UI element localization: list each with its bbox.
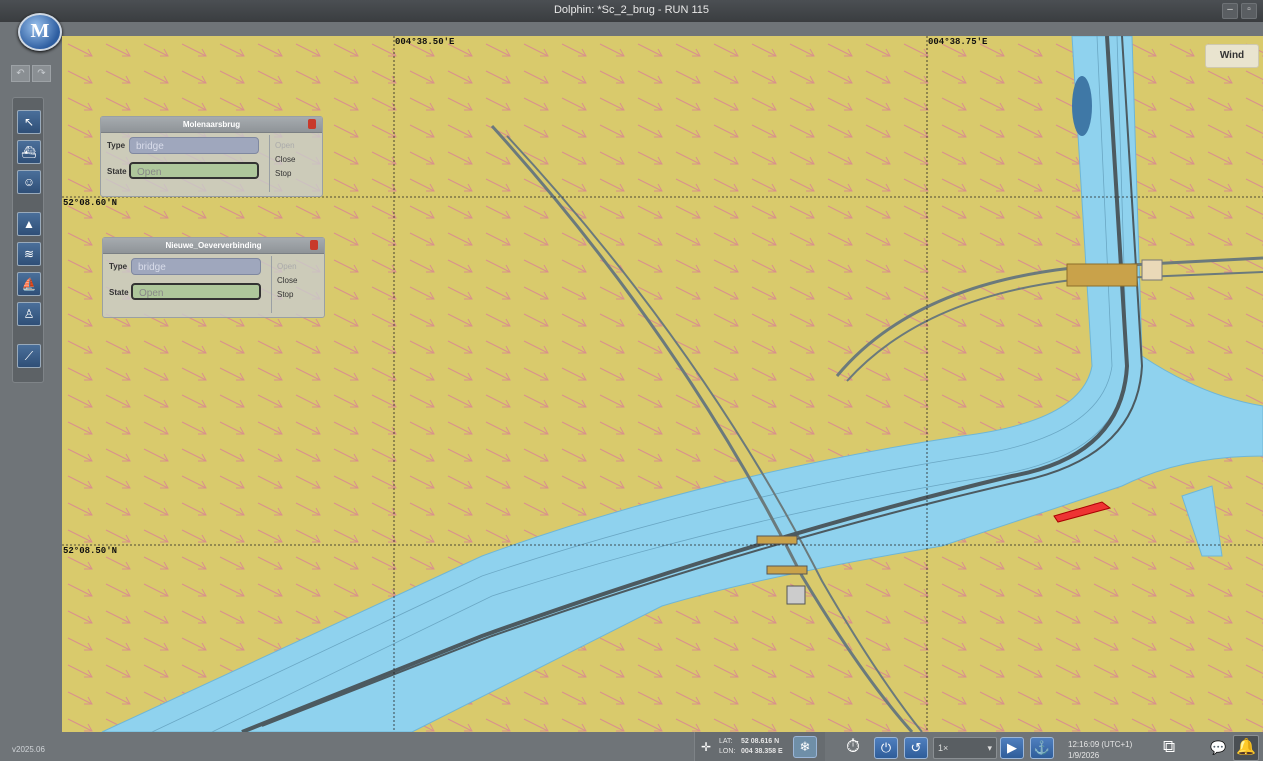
lat-value: 52 08.616 N <box>741 738 780 745</box>
bridge-panel-title[interactable]: Molenaarsbrug <box>101 117 322 133</box>
bridge-molenaarsbrug <box>1066 263 1138 287</box>
lat-label: 52°08.60'N <box>63 198 118 208</box>
window-title: Dolphin: *Sc_2_brug - RUN 115 <box>553 4 710 16</box>
clock-time: 12:16:09 (UTC+1) <box>1068 740 1132 749</box>
operator-tool-icon[interactable]: ☺ <box>17 170 41 194</box>
bridge-panel-title[interactable]: Nieuwe_Oeververbinding <box>103 238 324 254</box>
bridge-nieuwe-oeververbinding <box>766 565 808 575</box>
chat-icon[interactable]: 💬 <box>1210 740 1226 756</box>
lon-label: 004°38.75'E <box>928 37 988 47</box>
speed-value: 1× <box>938 743 949 753</box>
clock-date: 1/9/2026 <box>1068 751 1100 760</box>
tz-value: (UTC+1) <box>1101 740 1133 749</box>
lon-value: 004 38.358 E <box>741 748 783 755</box>
stop-button[interactable]: Stop <box>277 290 293 299</box>
stop-button[interactable]: Stop <box>275 169 291 178</box>
log-timer-icon[interactable]: ⧉ <box>1163 737 1175 757</box>
pin-icon[interactable] <box>310 240 318 250</box>
lat-label: LAT: <box>719 738 733 745</box>
speed-select[interactable]: 1× ▾ <box>933 737 997 759</box>
play-icon[interactable]: ▶ <box>1000 737 1024 759</box>
type-field[interactable]: bridge <box>131 258 261 275</box>
current-tool-icon[interactable]: ≋ <box>17 242 41 266</box>
wind-tab[interactable]: Wind <box>1205 44 1259 68</box>
power-icon[interactable]: ⏻ <box>874 737 898 759</box>
undo-redo-group: ↶ ↷ <box>11 65 51 82</box>
bridge-panel-nieuwe-oeververbinding: Nieuwe_Oeververbinding Type bridge State… <box>102 237 325 318</box>
restore-button[interactable]: ▫ <box>1241 3 1257 19</box>
reset-icon[interactable]: ↺ <box>904 737 928 759</box>
bridge-house <box>786 585 806 605</box>
measure-tool-icon[interactable]: ⟋ <box>17 344 41 368</box>
chevron-down-icon: ▾ <box>987 743 992 753</box>
position-readout: ✛ LAT: 52 08.616 N LON: 004 38.358 E ❄ <box>694 732 825 761</box>
close-button[interactable]: Close <box>275 155 295 164</box>
version-label: v2025.06 <box>12 745 45 754</box>
close-button[interactable]: Close <box>277 276 297 285</box>
redo-icon[interactable]: ↷ <box>32 65 51 82</box>
lon-label: LON: <box>719 748 736 755</box>
minimize-button[interactable]: – <box>1222 3 1238 19</box>
lat-label: 52°08.50'N <box>63 546 118 556</box>
stopwatch-icon[interactable]: ⏱ <box>846 736 860 757</box>
type-label: Type <box>107 141 126 150</box>
app-logo[interactable]: M <box>18 13 62 51</box>
anchor-icon[interactable]: ⚓ <box>1030 737 1054 759</box>
state-label: State <box>107 167 127 176</box>
open-button[interactable]: Open <box>277 262 297 271</box>
ship-tool-icon[interactable]: ⛴ <box>17 140 41 164</box>
bridge-nieuwe-oeververbinding <box>756 535 798 545</box>
tug-tool-icon[interactable]: ⛵ <box>17 272 41 296</box>
buoy-tool-icon[interactable]: ▲ <box>17 212 41 236</box>
chart-map[interactable]: 004°38.50'E 004°38.75'E 52°08.60'N 52°08… <box>62 36 1263 732</box>
pin-icon[interactable] <box>308 119 316 129</box>
title-bar: Dolphin: *Sc_2_brug - RUN 115 – ▫ <box>0 0 1263 22</box>
state-field[interactable]: Open <box>129 162 259 179</box>
open-button[interactable]: Open <box>275 141 295 150</box>
person-tool-icon[interactable]: ♙ <box>17 302 41 326</box>
state-label: State <box>109 288 129 297</box>
bridge-panel-molenaarsbrug: Molenaarsbrug Type bridge State Open Ope… <box>100 116 323 197</box>
bridge-house <box>1141 259 1163 281</box>
lon-label: 004°38.50'E <box>395 37 455 47</box>
tool-panel: ↖ ⛴ ☺ ▲ ≋ ⛵ ♙ ⟋ <box>12 97 44 383</box>
freeze-icon[interactable]: ❄ <box>793 736 817 758</box>
time-value: 12:16:09 <box>1068 740 1100 749</box>
undo-icon[interactable]: ↶ <box>11 65 30 82</box>
deep-pocket <box>1072 76 1092 136</box>
state-field[interactable]: Open <box>131 283 261 300</box>
crosshair-icon: ✛ <box>701 740 712 754</box>
pointer-tool-icon[interactable]: ↖ <box>17 110 41 134</box>
type-label: Type <box>109 262 128 271</box>
type-field[interactable]: bridge <box>129 137 259 154</box>
bridge-bell-icon[interactable]: 🔔 <box>1233 735 1259 761</box>
